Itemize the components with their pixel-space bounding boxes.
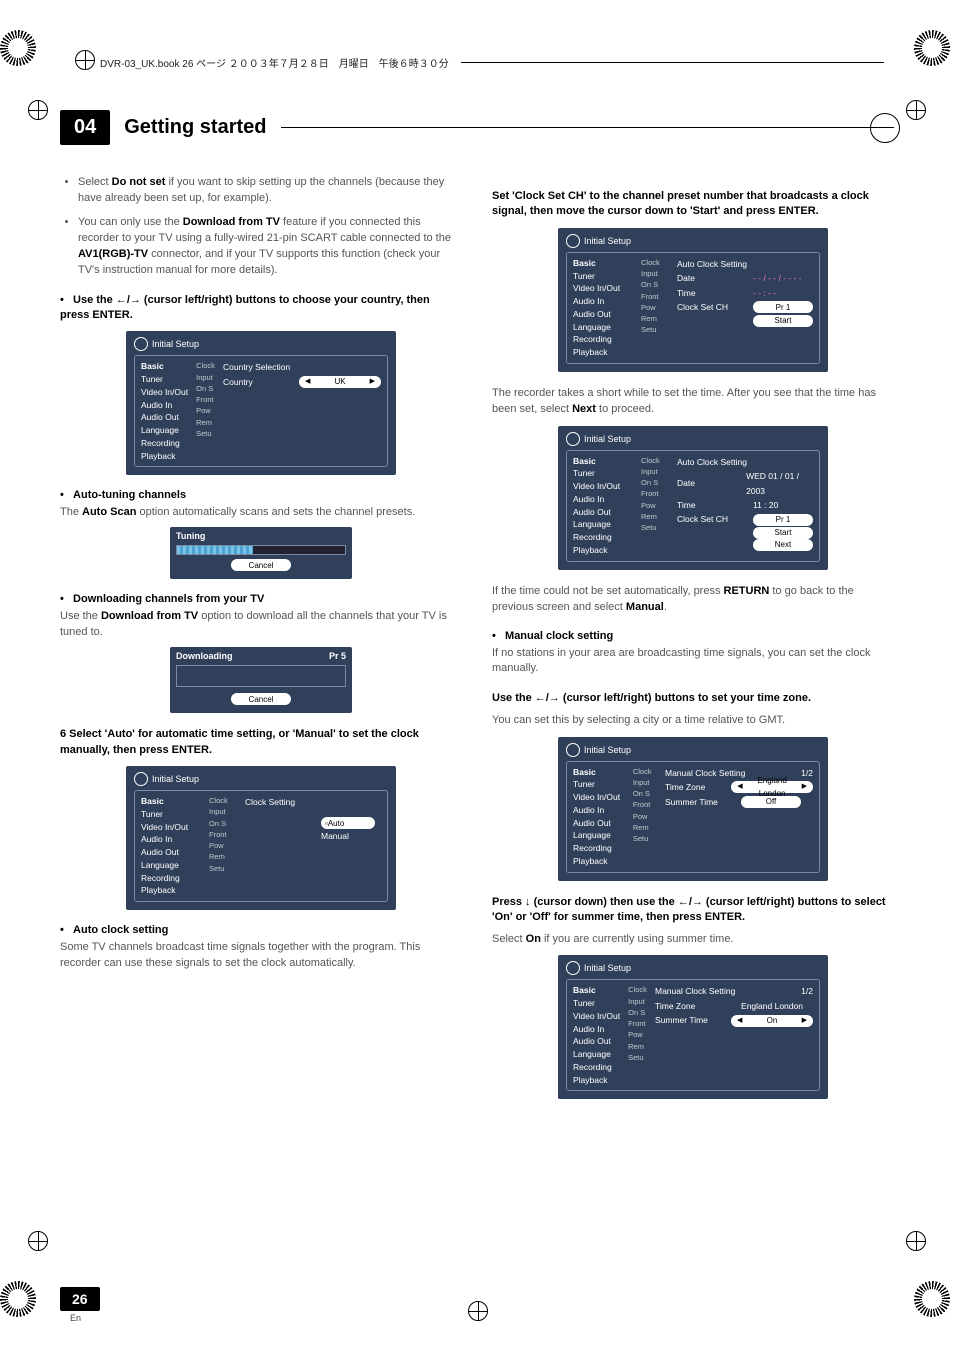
osd-manual-clock-off: Initial Setup Basic Tuner Video In/Out A… (558, 737, 828, 881)
body-text: Select On if you are currently using sum… (492, 932, 894, 948)
globe-icon (566, 743, 580, 757)
right-column: Set 'Clock Set CH' to the channel preset… (492, 175, 894, 1113)
page-number: 26 (60, 1287, 100, 1311)
registration-mark (906, 100, 926, 120)
registration-mark (468, 1301, 488, 1321)
body-text: Some TV channels broadcast time signals … (60, 940, 462, 972)
subheading: • Manual clock setting (492, 630, 894, 642)
body-text: If the time could not be set automatical… (492, 584, 894, 616)
step-heading: Press ↓ (cursor down) then use the ←/→ (… (492, 895, 894, 926)
chapter-rule (281, 127, 895, 128)
step-heading: 6 Select 'Auto' for automatic time setti… (60, 727, 462, 758)
body-text: Use the Download from TV option to downl… (60, 609, 462, 641)
chapter-title: Getting started (124, 116, 266, 139)
osd-manual-clock-on: Initial Setup Basic Tuner Video In/Out A… (558, 955, 828, 1099)
registration-mark (906, 1231, 926, 1251)
bullet-list: Select Do not set if you want to skip se… (60, 175, 462, 279)
tuning-progress: 11/107 (176, 545, 346, 555)
globe-icon (566, 432, 580, 446)
body-text: You can set this by selecting a city or … (492, 713, 894, 729)
step-heading: • Use the ←/→ (cursor left/right) button… (60, 293, 462, 324)
osd-auto-clock-blank: Initial Setup Basic Tuner Video In/Out A… (558, 228, 828, 372)
country-value: UK (299, 376, 381, 388)
osd-clock-setting: Initial Setup Basic Tuner Video In/Out A… (126, 766, 396, 910)
bullet-item: Select Do not set if you want to skip se… (78, 175, 462, 207)
body-text: The recorder takes a short while to set … (492, 386, 894, 418)
step-heading: Use the ←/→ (cursor left/right) buttons … (492, 691, 894, 706)
osd-downloading: Downloading Pr 5 Cancel (170, 647, 352, 713)
cancel-button: Cancel (231, 559, 291, 571)
osd-country-selection: Initial Setup Basic Tuner Video In/Out A… (126, 331, 396, 475)
print-header-text: DVR-03_UK.book 26 ページ ２００３年７月２８日 月曜日 午後６… (100, 55, 449, 70)
crop-mark-tl (0, 30, 40, 70)
chapter-header: 04 Getting started (60, 110, 894, 145)
chapter-number: 04 (60, 110, 110, 145)
print-header: DVR-03_UK.book 26 ページ ２００３年７月２８日 月曜日 午後６… (100, 55, 884, 70)
body-text: If no stations in your area are broadcas… (492, 646, 894, 678)
page-language: En (70, 1313, 81, 1323)
globe-icon (566, 234, 580, 248)
globe-icon (134, 337, 148, 351)
bullet-item: You can only use the Download from TV fe… (78, 215, 462, 279)
crop-mark-br (914, 1281, 954, 1321)
osd-tuning: Tuning 11/107 Cancel (170, 527, 352, 579)
page: DVR-03_UK.book 26 ページ ２００３年７月２８日 月曜日 午後６… (0, 0, 954, 1351)
left-column: Select Do not set if you want to skip se… (60, 175, 462, 1113)
body-text: The Auto Scan option automatically scans… (60, 505, 462, 521)
osd-auto-clock-set: Initial Setup Basic Tuner Video In/Out A… (558, 426, 828, 570)
crop-mark-bl (0, 1281, 40, 1321)
registration-mark (28, 100, 48, 120)
osd-sub-menu: Clock Input On S Front Pow Rem Setu (194, 356, 217, 466)
osd-side-menu: Basic Tuner Video In/Out Audio In Audio … (135, 356, 194, 466)
crop-mark-tr (914, 30, 954, 70)
globe-icon (134, 772, 148, 786)
cancel-button: Cancel (231, 693, 291, 705)
subheading: • Downloading channels from your TV (60, 593, 462, 605)
columns: Select Do not set if you want to skip se… (60, 175, 894, 1113)
registration-mark (75, 50, 95, 70)
globe-icon (566, 961, 580, 975)
step-heading: Set 'Clock Set CH' to the channel preset… (492, 189, 894, 220)
osd-main-panel: Country Selection Country UK (217, 356, 387, 466)
subheading: • Auto-tuning channels (60, 489, 462, 501)
registration-mark (28, 1231, 48, 1251)
subheading: • Auto clock setting (60, 924, 462, 936)
content: 04 Getting started Select Do not set if … (60, 110, 894, 1261)
